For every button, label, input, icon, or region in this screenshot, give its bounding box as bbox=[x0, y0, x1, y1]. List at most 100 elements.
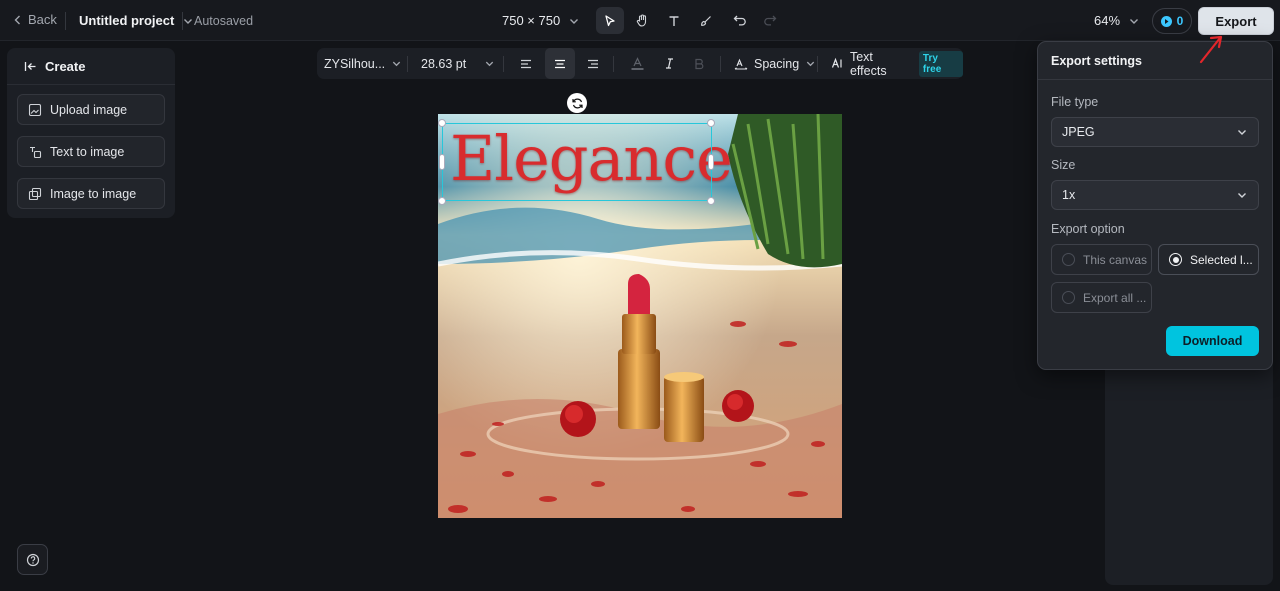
create-panel: Create Upload image Text to image Image … bbox=[7, 48, 175, 218]
font-size-dropdown[interactable]: 28.63 pt bbox=[421, 48, 495, 79]
canvas-size-label: 750 × 750 bbox=[502, 13, 561, 28]
italic-button[interactable] bbox=[663, 48, 676, 79]
export-button[interactable]: Export bbox=[1198, 7, 1274, 35]
text-selection-box bbox=[442, 123, 712, 201]
spacing-label: Spacing bbox=[754, 56, 800, 71]
try-free-badge: Try free bbox=[918, 50, 963, 77]
create-header[interactable]: Create bbox=[24, 59, 85, 74]
chevron-down-icon bbox=[1238, 130, 1246, 135]
option-export-all[interactable]: Export all ... bbox=[1051, 282, 1152, 313]
text-to-image-button[interactable]: Text to image bbox=[17, 136, 165, 167]
align-center-icon bbox=[555, 59, 565, 68]
select-tool[interactable] bbox=[596, 7, 624, 34]
rotate-handle[interactable] bbox=[567, 93, 587, 113]
text-color-button[interactable] bbox=[630, 48, 645, 79]
divider bbox=[1038, 79, 1272, 80]
red-arrow-annotation bbox=[1199, 35, 1223, 64]
divider bbox=[613, 56, 614, 72]
align-left-button[interactable] bbox=[519, 48, 533, 79]
font-family-dropdown[interactable]: ZYSilhou... bbox=[324, 48, 402, 79]
spacing-icon bbox=[734, 58, 748, 70]
size-value: 1x bbox=[1062, 188, 1076, 202]
create-title: Create bbox=[45, 59, 86, 74]
text-to-image-label: Text to image bbox=[50, 144, 125, 159]
spacing-dropdown[interactable]: Spacing bbox=[734, 48, 816, 79]
text-tool[interactable] bbox=[660, 7, 688, 34]
ai-text-icon bbox=[831, 57, 842, 68]
history-controls bbox=[732, 12, 778, 28]
image-to-image-button[interactable]: Image to image bbox=[17, 178, 165, 209]
resize-handle-top-left[interactable] bbox=[438, 119, 446, 127]
chevron-down-icon bbox=[1130, 18, 1139, 24]
hand-icon bbox=[636, 14, 646, 27]
divider bbox=[65, 12, 66, 30]
italic-icon bbox=[666, 58, 673, 69]
divider bbox=[7, 84, 175, 85]
help-icon bbox=[26, 553, 39, 566]
project-name: Untitled project bbox=[79, 13, 175, 28]
font-family-label: ZYSilhou... bbox=[324, 56, 386, 71]
file-type-label: File type bbox=[1051, 95, 1099, 109]
text-effects-button[interactable]: Text effects Try free bbox=[831, 48, 963, 79]
text-icon bbox=[669, 15, 679, 26]
brush-icon bbox=[701, 15, 711, 26]
help-button[interactable] bbox=[17, 544, 48, 575]
text-effects-label: Text effects bbox=[849, 49, 887, 78]
size-select[interactable]: 1x bbox=[1051, 180, 1259, 210]
divider bbox=[817, 56, 818, 72]
upload-image-label: Upload image bbox=[50, 102, 128, 117]
resize-handle-bottom-left[interactable] bbox=[438, 197, 446, 205]
zoom-level: 64% bbox=[1094, 13, 1121, 28]
size-label: Size bbox=[1051, 158, 1076, 172]
undo-icon[interactable] bbox=[732, 12, 748, 28]
resize-handle-right[interactable] bbox=[708, 154, 714, 170]
back-button[interactable]: Back bbox=[12, 12, 57, 27]
download-button[interactable]: Download bbox=[1166, 326, 1259, 356]
divider bbox=[407, 56, 408, 72]
resize-handle-bottom-right[interactable] bbox=[707, 197, 715, 205]
radio-selected-icon bbox=[1169, 253, 1182, 266]
tool-group bbox=[596, 7, 720, 34]
file-type-select[interactable]: JPEG bbox=[1051, 117, 1259, 147]
chevron-left-icon bbox=[14, 15, 20, 24]
resize-handle-top-right[interactable] bbox=[707, 119, 715, 127]
export-settings-title: Export settings bbox=[1051, 54, 1142, 68]
chevron-down-icon bbox=[392, 61, 401, 67]
credits-badge[interactable]: 0 bbox=[1152, 8, 1192, 34]
align-right-icon bbox=[588, 59, 598, 68]
redo-icon[interactable] bbox=[762, 12, 778, 28]
project-name-dropdown[interactable]: Untitled project bbox=[79, 13, 194, 28]
upload-image-button[interactable]: Upload image bbox=[17, 94, 165, 125]
chevron-down-icon bbox=[184, 18, 193, 24]
canvas-size-dropdown[interactable]: 750 × 750 bbox=[502, 13, 580, 28]
radio-icon bbox=[1062, 291, 1075, 304]
chevron-down-icon bbox=[1238, 193, 1246, 198]
chevron-down-icon bbox=[807, 61, 815, 67]
divider bbox=[182, 12, 183, 30]
font-size-label: 28.63 pt bbox=[421, 56, 467, 71]
credit-icon bbox=[1160, 15, 1172, 27]
brush-tool[interactable] bbox=[692, 7, 720, 34]
zoom-dropdown[interactable]: 64% bbox=[1094, 13, 1140, 28]
cursor-icon bbox=[605, 14, 615, 26]
text-toolbar: ZYSilhou... 28.63 pt Spacing Text effect… bbox=[317, 48, 963, 79]
rotate-icon bbox=[571, 98, 583, 108]
option-selected-layers[interactable]: Selected l... bbox=[1158, 244, 1259, 275]
divider bbox=[720, 56, 721, 72]
collapse-left-icon bbox=[24, 62, 36, 71]
back-label: Back bbox=[28, 12, 57, 27]
align-right-button[interactable] bbox=[586, 48, 600, 79]
option-label: Selected l... bbox=[1190, 252, 1253, 267]
chevron-down-icon bbox=[486, 61, 494, 67]
bold-icon bbox=[695, 58, 704, 69]
option-this-canvas[interactable]: This canvas bbox=[1051, 244, 1152, 275]
resize-handle-left[interactable] bbox=[439, 154, 445, 170]
credits-count: 0 bbox=[1176, 14, 1184, 28]
divider bbox=[503, 56, 504, 72]
option-label: Export all ... bbox=[1083, 290, 1147, 305]
hand-tool[interactable] bbox=[628, 7, 656, 34]
bold-button[interactable] bbox=[693, 48, 705, 79]
save-status: Autosaved bbox=[194, 14, 254, 28]
upload-image-icon bbox=[28, 103, 42, 116]
image-to-image-label: Image to image bbox=[50, 186, 137, 201]
